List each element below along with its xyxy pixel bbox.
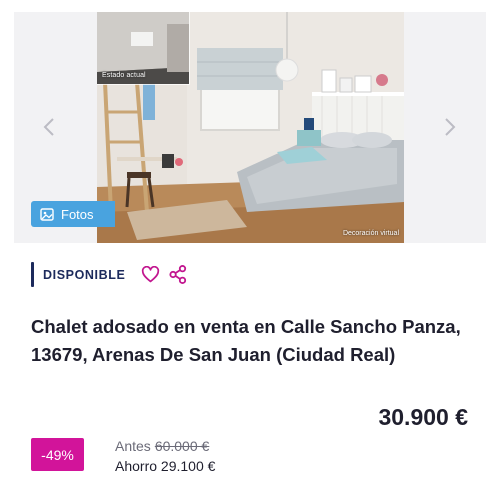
listing-price: 30.900 € bbox=[378, 404, 468, 430]
virtual-decoration-label: Decoración virtual bbox=[342, 230, 399, 237]
status-row: DISPONIBLE bbox=[31, 262, 187, 287]
listing-photo[interactable]: Estado actual Decoración virtual bbox=[97, 12, 404, 243]
chevron-left-icon[interactable] bbox=[38, 116, 60, 138]
previous-price: 60.000 € bbox=[154, 438, 210, 454]
saving-amount: Ahorro 29.100 € bbox=[115, 458, 216, 474]
before-label: Antes bbox=[115, 438, 151, 454]
status-badge: DISPONIBLE bbox=[43, 267, 126, 282]
chevron-right-icon[interactable] bbox=[439, 116, 461, 138]
photos-button-label: Fotos bbox=[61, 206, 94, 222]
previous-price-row: Antes 60.000 € bbox=[115, 438, 209, 454]
bedroom-illustration bbox=[97, 12, 404, 243]
current-state-label: Estado actual bbox=[102, 72, 146, 79]
listing-title: Chalet adosado en venta en Calle Sancho … bbox=[31, 316, 461, 365]
image-icon bbox=[40, 207, 54, 221]
heart-icon[interactable] bbox=[141, 266, 160, 283]
share-icon[interactable] bbox=[169, 265, 187, 284]
discount-badge: -49% bbox=[31, 438, 84, 471]
photos-button[interactable]: Fotos bbox=[31, 201, 115, 227]
photo-gallery[interactable]: Estado actual Decoración virtual Fotos bbox=[14, 12, 486, 243]
status-accent-bar bbox=[31, 262, 34, 287]
